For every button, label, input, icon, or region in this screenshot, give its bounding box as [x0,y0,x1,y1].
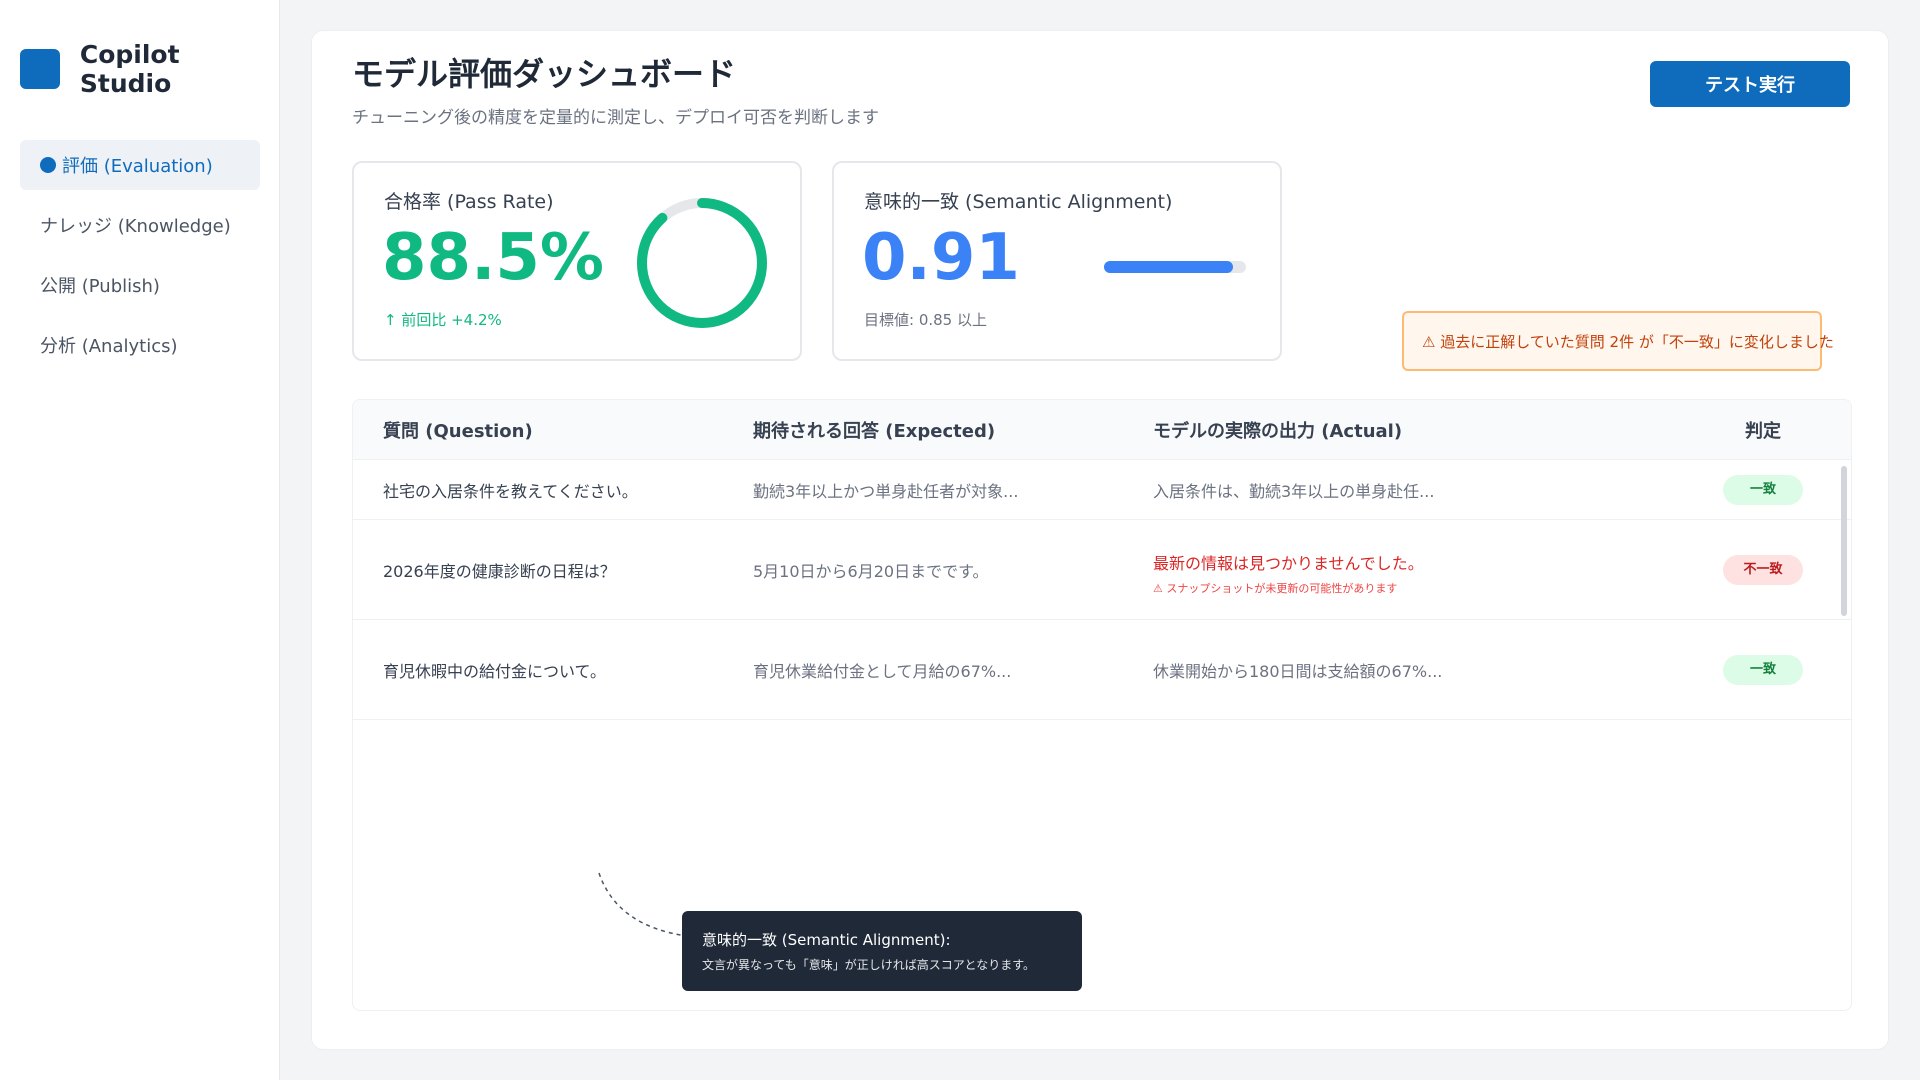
cell-verdict: 一致 [1723,654,1803,685]
verdict-badge-mismatch: 不一致 [1723,554,1803,585]
app-name: Copilot Studio [79,40,180,98]
active-dot-icon [40,157,56,173]
sidebar-item-publish[interactable]: 公開 (Publish) [20,260,260,310]
page-subtitle: チューニング後の精度を定量的に測定し、デプロイ可否を判断します [352,108,879,128]
verdict-badge-match: 一致 [1723,474,1803,505]
pass-rate-label: 合格率 (Pass Rate) [384,191,554,213]
run-test-button[interactable]: テスト実行 [1650,61,1850,107]
semantic-progress-fill [1104,261,1234,273]
cell-verdict: 一致 [1723,474,1803,505]
cell-expected: 勤続3年以上かつ単身赴任者が対象... [753,481,1019,501]
tooltip-body: 文言が異なっても「意味」が正しければ高スコアとなります。 [702,958,1036,972]
sidebar-item-knowledge[interactable]: ナレッジ (Knowledge) [20,200,260,250]
sidebar-item-analytics[interactable]: 分析 (Analytics) [20,320,260,370]
sidebar: Copilot Studio 評価 (Evaluation) ナレッジ (Kno… [0,0,280,1080]
copilot-logo-icon [20,49,60,89]
sidebar-item-label: 評価 (Evaluation) [62,156,213,177]
header-verdict: 判定 [1745,420,1781,442]
cell-question: 社宅の入居条件を教えてください。 [383,481,638,501]
table-row[interactable]: 2026年度の健康診断の日程は？ 5月10日から6月20日までです。 最新の情報… [353,520,1851,620]
table-header: 質問 (Question) 期待される回答 (Expected) モデルの実際の… [353,400,1851,460]
sidebar-item-label: 分析 (Analytics) [40,336,178,357]
page-title: モデル評価ダッシュボード [352,55,737,93]
cell-actual: 休業開始から180日間は支給額の67%... [1153,661,1443,681]
semantic-progress-track [1104,261,1246,273]
cell-verdict: 不一致 [1723,554,1803,585]
tooltip-title: 意味的一致 (Semantic Alignment): [702,931,951,949]
alert-text: ⚠ 過去に正解していた質問 2件 が「不一致」に変化しました [1422,332,1834,351]
main-panel: モデル評価ダッシュボード チューニング後の精度を定量的に測定し、デプロイ可否を判… [311,30,1889,1050]
table-row[interactable]: 育児休暇中の給付金について。 育児休業給付金として月給の67%... 休業開始か… [353,620,1851,720]
header-actual: モデルの実際の出力 (Actual) [1153,420,1403,442]
header-question: 質問 (Question) [383,420,533,442]
semantic-alignment-card: 意味的一致 (Semantic Alignment) 0.91 目標値: 0.8… [832,161,1282,361]
verdict-badge-match: 一致 [1723,654,1803,685]
brand: Copilot Studio [20,40,279,98]
pass-rate-change: ↑ 前回比 +4.2% [384,311,502,329]
cell-question: 育児休暇中の給付金について。 [383,661,607,681]
semantic-alignment-label: 意味的一致 (Semantic Alignment) [864,191,1173,213]
sidebar-nav: 評価 (Evaluation) ナレッジ (Knowledge) 公開 (Pub… [20,140,260,380]
table-scrollbar[interactable] [1841,466,1847,616]
donut-progress [637,198,767,328]
regression-alert: ⚠ 過去に正解していた質問 2件 が「不一致」に変化しました [1402,311,1834,371]
semantic-alignment-target: 目標値: 0.85 以上 [864,311,987,329]
semantic-tooltip: 意味的一致 (Semantic Alignment): 文言が異なっても「意味」… [682,911,1082,991]
evaluation-table: 質問 (Question) 期待される回答 (Expected) モデルの実際の… [352,399,1852,1011]
pass-rate-donut [637,198,767,328]
cell-expected: 5月10日から6月20日までです。 [753,561,989,581]
sidebar-item-label: 公開 (Publish) [40,276,160,297]
cell-actual: 入居条件は、勤続3年以上の単身赴任... [1153,481,1435,501]
header-expected: 期待される回答 (Expected) [753,420,996,442]
pass-rate-card: 合格率 (Pass Rate) 88.5% ↑ 前回比 +4.2% [352,161,802,361]
sidebar-item-evaluation[interactable]: 評価 (Evaluation) [20,140,260,190]
cell-actual: 最新の情報は見つかりませんでした。 [1153,554,1424,573]
pass-rate-value: 88.5% [382,221,605,295]
semantic-alignment-value: 0.91 [862,221,1020,295]
cell-actual-warning: ⚠ スナップショットが未更新の可能性があります [1153,582,1398,595]
table-row[interactable]: 社宅の入居条件を教えてください。 勤続3年以上かつ単身赴任者が対象... 入居条… [353,460,1851,520]
connector-line [598,872,688,937]
cell-expected: 育児休業給付金として月給の67%... [753,661,1012,681]
cell-question: 2026年度の健康診断の日程は？ [383,561,616,581]
sidebar-item-label: ナレッジ (Knowledge) [40,216,231,237]
